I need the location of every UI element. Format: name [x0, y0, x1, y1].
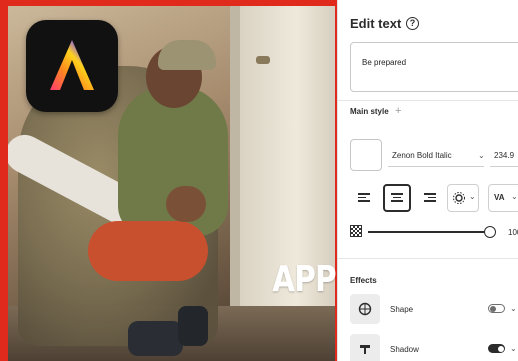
chevron-down-icon: ⌄	[511, 192, 518, 201]
adobe-express-logo	[26, 20, 118, 112]
font-size-underline	[490, 166, 518, 167]
main-style-label: Main style	[350, 107, 389, 116]
divider	[338, 100, 518, 101]
opacity-value[interactable]: 100	[508, 228, 518, 237]
shape-effect-label: Shape	[390, 305, 414, 314]
military-cap	[158, 40, 216, 70]
style-sun-icon	[453, 192, 465, 204]
font-select-underline	[388, 166, 484, 167]
help-icon[interactable]: ?	[406, 17, 419, 30]
shadow-toggle[interactable]	[488, 344, 505, 353]
spacing-dropdown[interactable]: VA ⌄	[488, 184, 518, 212]
align-center-button[interactable]	[383, 184, 411, 212]
align-left-icon	[358, 193, 370, 204]
toggle-knob	[490, 305, 496, 312]
letter-spacing-icon: VA	[494, 193, 505, 202]
align-left-button[interactable]	[350, 184, 378, 212]
edit-text-panel: Edit text ? Be prepared Main style + Zen…	[337, 0, 518, 361]
opacity-slider-thumb[interactable]	[484, 226, 496, 238]
align-right-icon	[424, 193, 436, 204]
align-right-button[interactable]	[416, 184, 444, 212]
shadow-icon	[360, 345, 370, 354]
shadow-effect-label: Shadow	[390, 345, 419, 354]
text-style-dropdown[interactable]: ⌄	[447, 184, 479, 212]
child-shorts	[88, 221, 208, 281]
chevron-down-icon[interactable]: ⌄	[478, 151, 485, 160]
shape-effect-thumbnail[interactable]	[350, 294, 380, 324]
text-input[interactable]: Be prepared	[350, 42, 518, 92]
shape-toggle[interactable]	[488, 304, 505, 313]
adobe-express-icon	[50, 40, 94, 90]
divider	[338, 258, 518, 259]
chevron-down-icon: ⌄	[469, 192, 476, 201]
hand	[166, 186, 206, 222]
toggle-knob	[498, 345, 504, 352]
align-center-icon	[391, 193, 403, 204]
shadow-effect-thumbnail[interactable]	[350, 334, 380, 361]
opacity-icon	[350, 225, 362, 237]
opacity-slider-track[interactable]	[368, 231, 488, 233]
effects-label: Effects	[350, 276, 377, 285]
font-size-field[interactable]: 234.9	[494, 151, 514, 160]
chevron-down-icon[interactable]: ⌄	[510, 304, 517, 313]
boot	[128, 321, 183, 356]
add-style-icon[interactable]: +	[395, 105, 401, 117]
text-color-swatch[interactable]	[350, 139, 382, 171]
door-knob	[256, 56, 270, 64]
panel-title: Edit text	[350, 16, 402, 31]
font-select[interactable]: Zenon Bold Italic	[392, 151, 452, 160]
shape-icon	[358, 302, 372, 316]
chevron-down-icon[interactable]: ⌄	[510, 344, 517, 353]
text-input-value: Be prepared	[362, 58, 407, 67]
boot-2	[178, 306, 208, 346]
